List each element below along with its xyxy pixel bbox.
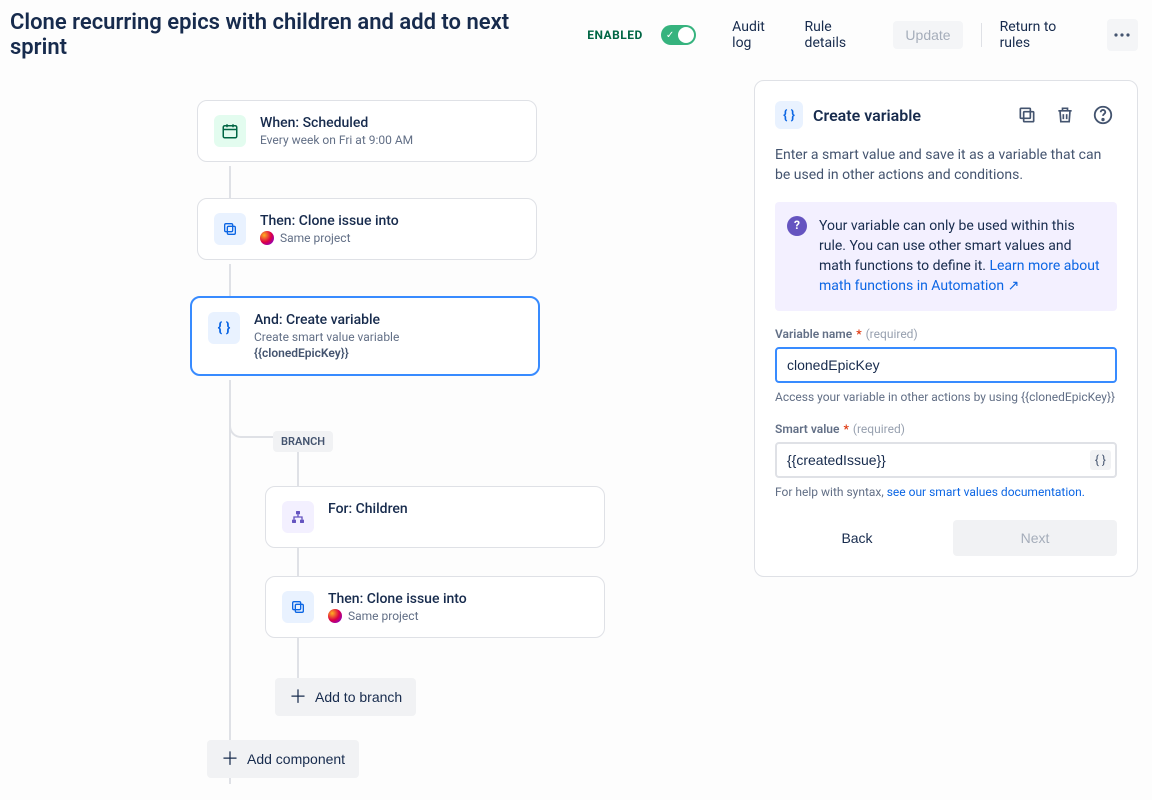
panel-description: Enter a smart value and save it as a var… <box>775 145 1117 186</box>
smart-values-doc-link[interactable]: see our smart values documentation. <box>887 485 1085 499</box>
info-question-icon: ? <box>787 216 807 236</box>
smart-value-help: For help with syntax, see our smart valu… <box>775 484 1117 501</box>
braces-icon: { } <box>775 101 803 129</box>
enabled-badge: ENABLED <box>587 28 643 42</box>
duplicate-action[interactable] <box>1013 101 1041 129</box>
update-button[interactable]: Update <box>893 21 962 49</box>
delete-action[interactable] <box>1051 101 1079 129</box>
add-to-branch-button[interactable]: ＋ Add to branch <box>275 678 416 716</box>
rule-details-link[interactable]: Rule details <box>805 19 876 51</box>
calendar-icon <box>214 115 246 147</box>
project-avatar-icon <box>328 609 342 623</box>
branch-clone-card[interactable]: Then: Clone issue into Same project <box>265 576 605 638</box>
next-button[interactable]: Next <box>953 520 1117 556</box>
copy-icon <box>282 591 314 623</box>
variable-name-label: Variable name * (required) <box>775 327 1117 341</box>
createvar-sub2: {{clonedEpicKey}} <box>254 346 349 360</box>
required-star: * <box>843 422 848 436</box>
help-icon <box>1092 104 1114 126</box>
branch-for-title: For: Children <box>328 501 408 517</box>
connector <box>229 264 231 296</box>
smart-value-picker-button[interactable]: { } <box>1090 450 1111 470</box>
meatballs-icon <box>1112 25 1132 45</box>
plus-icon: ＋ <box>289 688 307 706</box>
variable-name-input[interactable] <box>775 347 1117 383</box>
return-to-rules-link[interactable]: Return to rules <box>1000 19 1089 51</box>
back-button[interactable]: Back <box>775 520 939 556</box>
trigger-sub: Every week on Fri at 9:00 AM <box>260 133 413 147</box>
help-action[interactable] <box>1089 101 1117 129</box>
hierarchy-icon <box>282 501 314 533</box>
branch-clone-sub: Same project <box>328 609 467 623</box>
trigger-title: When: Scheduled <box>260 115 413 131</box>
connector <box>229 380 231 784</box>
trigger-card[interactable]: When: Scheduled Every week on Fri at 9:0… <box>197 100 537 162</box>
braces-icon: { } <box>208 312 240 344</box>
smart-value-input[interactable] <box>775 442 1117 478</box>
trash-icon <box>1055 105 1075 125</box>
branch-label: BRANCH <box>273 431 333 452</box>
add-component-button[interactable]: ＋ Add component <box>207 740 359 778</box>
panel-title: Create variable <box>813 106 1003 125</box>
separator <box>981 23 982 47</box>
createvar-sub1: Create smart value variable <box>254 330 399 344</box>
create-variable-panel: { } Create variable Enter a smart value … <box>754 80 1138 577</box>
toggle-knob <box>678 27 694 43</box>
plus-icon: ＋ <box>221 750 239 768</box>
variable-name-help: Access your variable in other actions by… <box>775 389 1117 406</box>
more-actions-button[interactable] <box>1107 19 1138 51</box>
connector <box>229 166 231 198</box>
smart-value-label: Smart value * (required) <box>775 422 1117 436</box>
clone-sub: Same project <box>260 231 399 245</box>
enabled-toggle[interactable]: ✓ <box>661 25 696 45</box>
rule-title: Clone recurring epics with children and … <box>10 10 561 60</box>
audit-log-link[interactable]: Audit log <box>732 19 786 51</box>
clone-action-card[interactable]: Then: Clone issue into Same project <box>197 198 537 260</box>
branch-clone-title: Then: Clone issue into <box>328 591 467 607</box>
duplicate-icon <box>1017 105 1037 125</box>
rule-header: Clone recurring epics with children and … <box>0 0 1152 70</box>
check-icon: ✓ <box>666 30 674 41</box>
createvar-title: And: Create variable <box>254 312 399 328</box>
required-star: * <box>856 327 861 341</box>
info-banner: ? Your variable can only be used within … <box>775 202 1117 311</box>
branch-for-card[interactable]: For: Children <box>265 486 605 548</box>
copy-icon <box>214 213 246 245</box>
clone-title: Then: Clone issue into <box>260 213 399 229</box>
create-variable-card[interactable]: { } And: Create variable Create smart va… <box>190 296 540 376</box>
project-avatar-icon <box>260 231 274 245</box>
